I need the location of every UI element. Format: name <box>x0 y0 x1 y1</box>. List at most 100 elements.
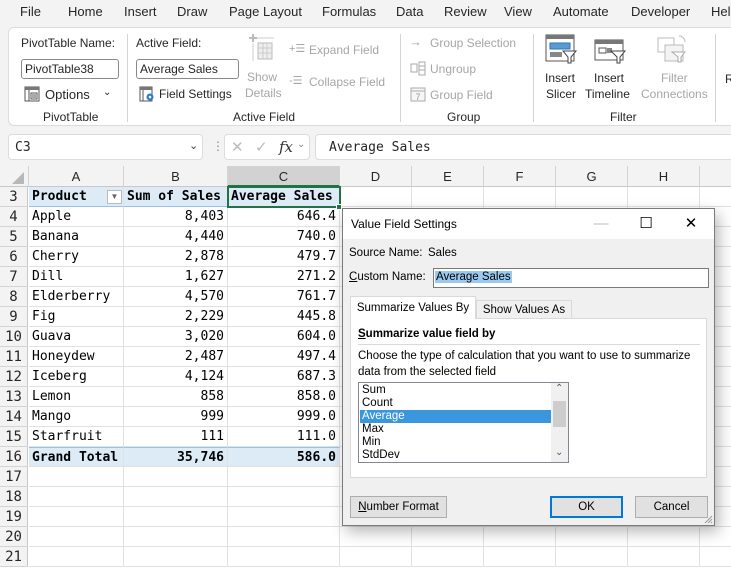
row-header[interactable]: 17 <box>0 467 28 487</box>
cell-b20[interactable] <box>124 527 228 547</box>
group-field-button[interactable]: 7 Group Field <box>409 86 499 104</box>
cell-b3[interactable]: Sum of Sales <box>124 187 228 207</box>
cell-c17[interactable] <box>228 467 340 487</box>
cell-c10[interactable]: 604.0 <box>228 327 340 347</box>
insert-slicer-button[interactable]: Insert Slicer <box>541 34 581 104</box>
row-header[interactable]: 11 <box>0 347 28 367</box>
ungroup-button[interactable]: Ungroup <box>409 60 499 78</box>
option-count[interactable]: Count <box>360 397 551 410</box>
tab-summarize-values-by[interactable]: Summarize Values By <box>350 296 476 319</box>
row-header[interactable]: 8 <box>0 287 28 307</box>
cell-a9[interactable]: Fig <box>29 307 124 327</box>
active-field-input[interactable]: Average Sales <box>136 59 239 79</box>
empty-cell[interactable] <box>484 187 556 207</box>
empty-cell[interactable] <box>412 527 484 547</box>
cell-c7[interactable]: 271.2 <box>228 267 340 287</box>
cell-c4[interactable]: 646.4 <box>228 207 340 227</box>
option-min[interactable]: Min <box>360 436 551 449</box>
cell-c14[interactable]: 999.0 <box>228 407 340 427</box>
cell-a11[interactable]: Honeydew <box>29 347 124 367</box>
cell-a18[interactable] <box>29 487 124 507</box>
row-header[interactable]: 10 <box>0 327 28 347</box>
cell-c6[interactable]: 479.7 <box>228 247 340 267</box>
empty-cell[interactable] <box>628 187 700 207</box>
group-selection-button[interactable]: → Group Selection <box>409 34 529 52</box>
cell-b10[interactable]: 3,020 <box>124 327 228 347</box>
formula-input[interactable]: Average Sales <box>315 134 731 160</box>
cell-c9[interactable]: 445.8 <box>228 307 340 327</box>
row-header[interactable]: 6 <box>0 247 28 267</box>
tab-draw[interactable]: Draw <box>177 4 207 19</box>
cell-a7[interactable]: Dill <box>29 267 124 287</box>
cell-b12[interactable]: 4,124 <box>124 367 228 387</box>
empty-cell[interactable] <box>340 187 412 207</box>
empty-cell[interactable] <box>700 187 731 207</box>
chevron-down-icon[interactable]: ⌄ <box>297 139 305 150</box>
cancel-icon[interactable]: ✕ <box>231 138 244 156</box>
cell-a19[interactable] <box>29 507 124 527</box>
tab-formulas[interactable]: Formulas <box>322 4 376 19</box>
cell-b19[interactable] <box>124 507 228 527</box>
cell-c19[interactable] <box>228 507 340 527</box>
cell-b5[interactable]: 4,440 <box>124 227 228 247</box>
column-header-h[interactable]: H <box>628 166 700 187</box>
name-box[interactable]: C3 ⌄ <box>8 134 203 160</box>
row-header[interactable]: 13 <box>0 387 28 407</box>
cell-c18[interactable] <box>228 487 340 507</box>
scroll-thumb[interactable] <box>553 401 566 427</box>
cell-b16[interactable]: 35,746 <box>124 447 228 467</box>
tab-insert[interactable]: Insert <box>124 4 157 19</box>
empty-cell[interactable] <box>628 547 700 567</box>
column-header-b[interactable]: B <box>124 166 228 187</box>
option-stddev[interactable]: StdDev <box>360 449 551 462</box>
row-header[interactable]: 12 <box>0 367 28 387</box>
row-header[interactable]: 18 <box>0 487 28 507</box>
insert-function-icon[interactable]: fx <box>279 138 293 156</box>
cell-b4[interactable]: 8,403 <box>124 207 228 227</box>
cell-a12[interactable]: Iceberg <box>29 367 124 387</box>
cell-a8[interactable]: Elderberry <box>29 287 124 307</box>
tab-review[interactable]: Review <box>444 4 487 19</box>
option-average[interactable]: Average <box>360 410 551 423</box>
maximize-icon[interactable]: ☐ <box>631 213 661 235</box>
cell-b9[interactable]: 2,229 <box>124 307 228 327</box>
cell-b11[interactable]: 2,487 <box>124 347 228 367</box>
empty-cell[interactable] <box>628 527 700 547</box>
column-header-a[interactable]: A <box>29 166 124 187</box>
cell-a10[interactable]: Guava <box>29 327 124 347</box>
tab-data[interactable]: Data <box>396 4 423 19</box>
empty-cell[interactable] <box>700 527 731 547</box>
number-format-button[interactable]: Number Format <box>350 496 447 518</box>
tab-help[interactable]: Hel <box>711 4 731 19</box>
column-header-i[interactable] <box>700 166 731 187</box>
empty-cell[interactable] <box>484 547 556 567</box>
cell-c16[interactable]: 586.0 <box>228 447 340 467</box>
cell-b17[interactable] <box>124 467 228 487</box>
cell-b21[interactable] <box>124 547 228 567</box>
show-details-button[interactable]: Show Details <box>245 34 282 102</box>
select-all-corner[interactable] <box>0 166 29 187</box>
option-max[interactable]: Max <box>360 423 551 436</box>
cell-b8[interactable]: 4,570 <box>124 287 228 307</box>
resize-grip-icon[interactable] <box>703 514 713 524</box>
cell-a13[interactable]: Lemon <box>29 387 124 407</box>
empty-cell[interactable] <box>556 187 628 207</box>
row-header[interactable]: 15 <box>0 427 28 447</box>
cell-c20[interactable] <box>228 527 340 547</box>
row-header[interactable]: 5 <box>0 227 28 247</box>
column-header-f[interactable]: F <box>484 166 556 187</box>
tab-view[interactable]: View <box>504 4 532 19</box>
column-header-g[interactable]: G <box>556 166 628 187</box>
dialog-title-bar[interactable]: Value Field Settings — ☐ ✕ <box>343 209 714 239</box>
cell-a20[interactable] <box>29 527 124 547</box>
option-sum[interactable]: Sum <box>360 384 551 397</box>
empty-cell[interactable] <box>556 547 628 567</box>
filter-dropdown-icon[interactable]: ▼ <box>107 190 122 204</box>
empty-cell[interactable] <box>340 547 412 567</box>
tab-automate[interactable]: Automate <box>553 4 609 19</box>
ok-button[interactable]: OK <box>550 496 623 518</box>
collapse-field-button[interactable]: -☰ Collapse Field <box>289 74 399 92</box>
empty-cell[interactable] <box>556 527 628 547</box>
row-header[interactable]: 16 <box>0 447 28 467</box>
cell-b15[interactable]: 111 <box>124 427 228 447</box>
